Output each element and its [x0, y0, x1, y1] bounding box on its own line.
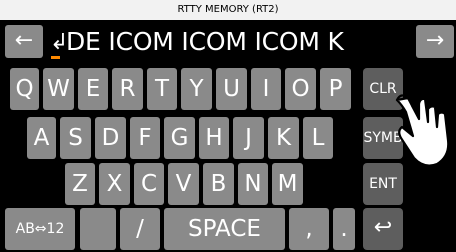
- key-v[interactable]: V: [168, 163, 199, 205]
- hand-pointer-icon: [395, 94, 450, 167]
- cursor-right-button[interactable]: →: [416, 25, 454, 58]
- key-r[interactable]: R: [112, 68, 143, 110]
- key-q[interactable]: Q: [10, 68, 39, 110]
- key-y[interactable]: Y: [181, 68, 212, 110]
- key-h[interactable]: H: [199, 117, 229, 159]
- mode-toggle-key[interactable]: AB⇔12: [5, 208, 75, 250]
- key-n[interactable]: N: [238, 163, 268, 205]
- key-f[interactable]: F: [130, 117, 160, 159]
- key-u[interactable]: U: [216, 68, 247, 110]
- key-g[interactable]: G: [164, 117, 195, 159]
- key-i[interactable]: I: [251, 68, 281, 110]
- back-button[interactable]: ↩: [363, 208, 403, 250]
- key-comma[interactable]: ,: [289, 208, 329, 250]
- key-k[interactable]: K: [268, 117, 299, 159]
- window-title: RTTY MEMORY (RT2): [0, 0, 456, 20]
- key-b[interactable]: B: [203, 163, 234, 205]
- key-period[interactable]: .: [333, 208, 355, 250]
- key-x[interactable]: X: [99, 163, 130, 205]
- memory-text-field[interactable]: DE ICOM ICOM ICOM K: [66, 26, 344, 58]
- return-icon: ↲: [50, 30, 69, 55]
- text-cursor: [51, 56, 60, 59]
- back-arrow-icon: ↩: [373, 215, 393, 240]
- key-t[interactable]: T: [147, 68, 177, 110]
- rtty-memory-editor: RTTY MEMORY (RT2) ← ↲ DE ICOM ICOM ICOM …: [0, 0, 456, 252]
- cursor-left-button[interactable]: ←: [5, 25, 43, 58]
- key-blank[interactable]: [80, 208, 116, 250]
- key-o[interactable]: O: [285, 68, 316, 110]
- key-j[interactable]: J: [233, 117, 264, 159]
- key-d[interactable]: D: [95, 117, 126, 159]
- key-e[interactable]: E: [78, 68, 108, 110]
- key-m[interactable]: M: [272, 163, 303, 205]
- key-p[interactable]: P: [320, 68, 351, 110]
- space-key[interactable]: SPACE: [164, 208, 285, 250]
- key-l[interactable]: L: [303, 117, 333, 159]
- arrow-left-icon: ←: [14, 28, 34, 53]
- key-s[interactable]: S: [60, 117, 91, 159]
- key-slash[interactable]: /: [120, 208, 160, 250]
- key-a[interactable]: A: [27, 117, 56, 159]
- key-c[interactable]: C: [134, 163, 164, 205]
- key-w[interactable]: W: [43, 68, 74, 110]
- enter-button[interactable]: ENT: [363, 163, 403, 205]
- key-z[interactable]: Z: [65, 163, 95, 205]
- arrow-right-icon: →: [425, 28, 445, 53]
